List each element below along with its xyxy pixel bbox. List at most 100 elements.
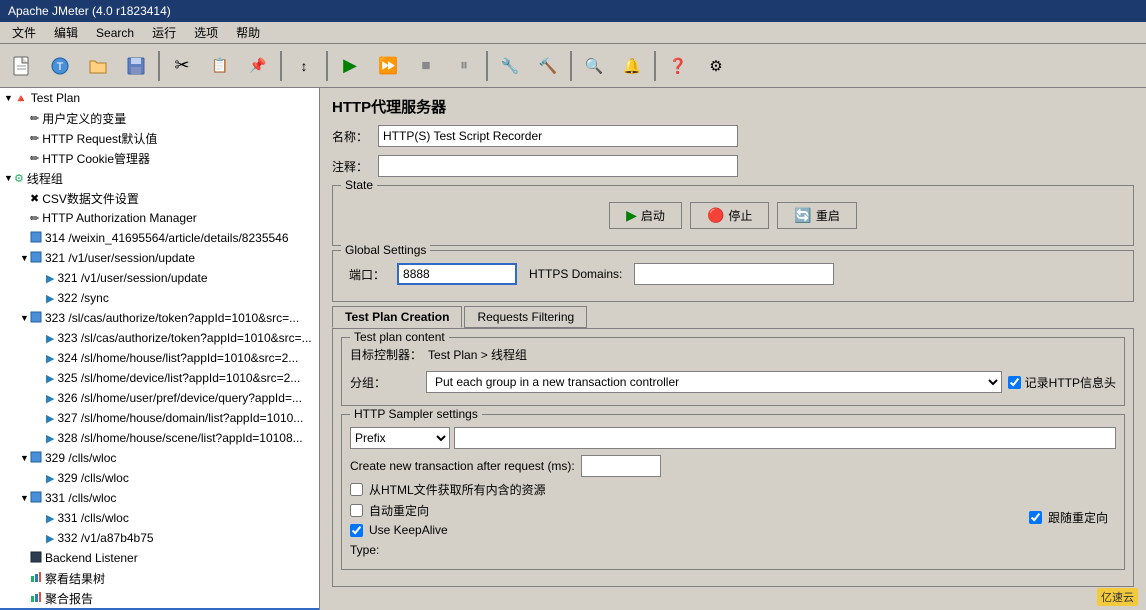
tree-item-req-332[interactable]: ▶332 /v1/a87b4b75 [0, 528, 319, 548]
from-html-checkbox[interactable] [350, 483, 363, 496]
tree-item-req-331-group[interactable]: ▼331 /clls/wloc [0, 488, 319, 508]
name-input[interactable] [378, 125, 738, 147]
start-button[interactable]: ▶ 启动 [609, 202, 682, 229]
tree-item-req-314[interactable]: 314 /weixin_41695564/article/details/823… [0, 228, 319, 248]
menu-search[interactable]: Search [88, 24, 142, 42]
tree-item-req-323-group[interactable]: ▼323 /sl/cas/authorize/token?appId=1010&… [0, 308, 319, 328]
use-keepalive-checkbox[interactable] [350, 524, 363, 537]
use-keepalive-label: Use KeepAlive [369, 523, 448, 537]
cut-button[interactable]: ✂ [164, 48, 200, 84]
tree-item-http-auth[interactable]: ✏HTTP Authorization Manager [0, 208, 319, 228]
clear-all-button[interactable]: 🔨 [530, 48, 566, 84]
http-sampler-settings-group: HTTP Sampler settings Prefix Transaction… [341, 414, 1125, 570]
tree-item-thread-group[interactable]: ▼⚙线程组 [0, 168, 319, 188]
record-http-info-checkbox[interactable] [1008, 376, 1021, 389]
tree-icon: ▶ [46, 392, 54, 405]
tree-item-test-plan[interactable]: ▼🔺Test Plan [0, 88, 319, 108]
tree-icon: ▶ [46, 432, 54, 445]
tree-item-aggregate-graph[interactable]: 察看结果树 [0, 568, 319, 588]
create-transaction-input[interactable] [581, 455, 661, 477]
open-button[interactable] [80, 48, 116, 84]
shutdown-button[interactable]: ⏸ [446, 48, 482, 84]
test-plan-content-group: Test plan content 目标控制器： Test Plan > 线程组… [341, 337, 1125, 406]
tree-label: 线程组 [27, 170, 63, 187]
tab-content: Test plan content 目标控制器： Test Plan > 线程组… [332, 328, 1134, 587]
paste-button[interactable]: 📌 [240, 48, 276, 84]
record-http-info-checkbox-label[interactable]: 记录HTTP信息头 [1008, 374, 1116, 391]
tree-icon: ▶ [46, 292, 54, 305]
expand-button[interactable]: ↕ [286, 48, 322, 84]
state-group: State ▶ 启动 🔴 停止 🔄 重启 [332, 185, 1134, 246]
search-button[interactable]: 🔍 [576, 48, 612, 84]
clear-button[interactable]: 🔧 [492, 48, 528, 84]
global-settings-row: 端口： HTTPS Domains: [341, 255, 1125, 293]
auto-redirect-checkbox[interactable] [350, 504, 363, 517]
name-row: 名称： [320, 121, 1146, 151]
tree-item-http-cookie[interactable]: ✏HTTP Cookie管理器 [0, 148, 319, 168]
menu-file[interactable]: 文件 [4, 22, 44, 43]
run-button[interactable]: ▶ [332, 48, 368, 84]
restart-button[interactable]: 🔄 重启 [777, 202, 856, 229]
run-no-pause-button[interactable]: ⏩ [370, 48, 406, 84]
comment-input[interactable] [378, 155, 738, 177]
tree-item-csv-data[interactable]: ✖CSV数据文件设置 [0, 188, 319, 208]
tree-label: Backend Listener [45, 551, 138, 565]
tree-item-req-329-group[interactable]: ▼329 /clls/wloc [0, 448, 319, 468]
tab-test-plan-creation[interactable]: Test Plan Creation [332, 306, 462, 328]
tree-item-req-331[interactable]: ▶331 /clls/wloc [0, 508, 319, 528]
settings-button[interactable]: ⚙ [698, 48, 734, 84]
reset-search-button[interactable]: 🔔 [614, 48, 650, 84]
tree-item-req-326[interactable]: ▶326 /sl/home/user/pref/device/query?app… [0, 388, 319, 408]
watermark: 亿速云 [1097, 588, 1138, 606]
tree-item-req-321-group[interactable]: ▼321 /v1/user/session/update [0, 248, 319, 268]
tree-arrow: ▼ [20, 253, 30, 263]
comment-label: 注释： [332, 158, 372, 175]
follow-redirect-label: 跟随重定向 [1048, 509, 1108, 526]
tree-icon: ✏ [30, 132, 39, 145]
main-layout: ▼🔺Test Plan✏用户定义的变量✏HTTP Request默认值✏HTTP… [0, 88, 1146, 610]
prefix-select[interactable]: Prefix Transaction name [350, 427, 450, 449]
tree-icon [30, 451, 42, 466]
tree-item-req-321[interactable]: ▶321 /v1/user/session/update [0, 268, 319, 288]
tree-item-req-322[interactable]: ▶322 /sync [0, 288, 319, 308]
tree-icon [30, 251, 42, 266]
grouping-select[interactable]: Put each group in a new transaction cont… [426, 371, 1002, 393]
tree-item-req-325[interactable]: ▶325 /sl/home/device/list?appId=1010&src… [0, 368, 319, 388]
menu-help[interactable]: 帮助 [228, 22, 268, 43]
tree-item-req-329[interactable]: ▶329 /clls/wloc [0, 468, 319, 488]
menu-edit[interactable]: 编辑 [46, 22, 86, 43]
new-button[interactable] [4, 48, 40, 84]
port-input[interactable] [397, 263, 517, 285]
https-domains-input[interactable] [634, 263, 834, 285]
tree-item-req-324[interactable]: ▶324 /sl/home/house/list?appId=1010&src=… [0, 348, 319, 368]
menu-options[interactable]: 选项 [186, 22, 226, 43]
menu-run[interactable]: 运行 [144, 22, 184, 43]
open-templates-button[interactable]: T [42, 48, 78, 84]
stop-state-button[interactable]: 🔴 停止 [690, 202, 769, 229]
from-html-label: 从HTML文件获取所有内含的资源 [369, 481, 546, 498]
tab-requests-filtering[interactable]: Requests Filtering [464, 306, 587, 328]
save-button[interactable] [118, 48, 154, 84]
tree-icon: ✏ [30, 112, 39, 125]
tree-item-user-vars[interactable]: ✏用户定义的变量 [0, 108, 319, 128]
tree-icon [30, 551, 42, 566]
help-button[interactable]: ❓ [660, 48, 696, 84]
toolbar: T ✂ 📋 📌 ↕ ▶ ⏩ ⏹ ⏸ 🔧 🔨 🔍 🔔 ❓ ⚙ [0, 44, 1146, 88]
tree-item-req-327[interactable]: ▶327 /sl/home/house/domain/list?appId=10… [0, 408, 319, 428]
copy-button[interactable]: 📋 [202, 48, 238, 84]
state-buttons: ▶ 启动 🔴 停止 🔄 重启 [341, 190, 1125, 237]
follow-redirect-checkbox[interactable] [1029, 511, 1042, 524]
tree-item-backend-listener[interactable]: Backend Listener [0, 548, 319, 568]
tree-label: 328 /sl/home/house/scene/list?appId=1010… [57, 431, 302, 445]
tree-item-http-defaults[interactable]: ✏HTTP Request默认值 [0, 128, 319, 148]
stop-button[interactable]: ⏹ [408, 48, 444, 84]
prefix-input[interactable] [454, 427, 1116, 449]
tree-icon [30, 311, 42, 326]
tree-icon [30, 491, 42, 506]
tree-label: 323 /sl/cas/authorize/token?appId=1010&s… [45, 311, 299, 325]
tree-item-req-328[interactable]: ▶328 /sl/home/house/scene/list?appId=101… [0, 428, 319, 448]
tree-item-aggregate-report[interactable]: 聚合报告 [0, 588, 319, 608]
tree-item-req-323[interactable]: ▶323 /sl/cas/authorize/token?appId=1010&… [0, 328, 319, 348]
tree-icon: ▶ [46, 472, 54, 485]
tree-icon [30, 571, 42, 586]
